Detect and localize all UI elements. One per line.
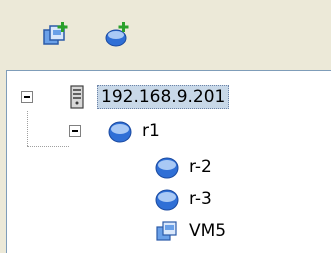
add-vm-button[interactable] <box>40 20 70 50</box>
router-label[interactable]: r1 <box>142 120 160 142</box>
child-label[interactable]: VM5 <box>189 220 226 242</box>
add-router-button[interactable] <box>102 20 132 50</box>
tree-row-child[interactable]: r-3 <box>7 185 327 213</box>
router-icon <box>155 187 179 211</box>
collapse-toggle-icon[interactable] <box>69 125 81 137</box>
tree-row-child[interactable]: VM5 <box>7 217 327 245</box>
child-label[interactable]: r-3 <box>189 188 212 210</box>
host-label[interactable]: 192.168.9.201 <box>97 85 230 109</box>
child-label[interactable]: r-2 <box>189 156 212 178</box>
vm-icon <box>155 219 179 243</box>
toolbar <box>0 0 331 68</box>
router-icon <box>108 119 132 143</box>
tree-connector <box>27 146 69 147</box>
tree-row-host[interactable]: 192.168.9.201 <box>7 83 327 111</box>
server-icon <box>65 85 89 109</box>
add-router-icon <box>105 22 129 47</box>
tree-row-router[interactable]: r1 <box>7 117 327 145</box>
tree-row-child[interactable]: r-2 <box>7 153 327 181</box>
router-icon <box>155 155 179 179</box>
collapse-toggle-icon[interactable] <box>21 91 33 103</box>
add-vm-icon <box>43 22 68 45</box>
network-tree[interactable]: 192.168.9.201 r1 r-2 r-3 VM5 <box>6 70 331 253</box>
